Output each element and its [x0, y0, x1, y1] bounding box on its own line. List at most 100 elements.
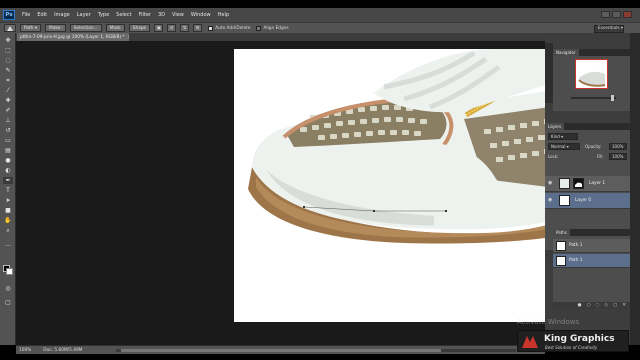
blend-mode-select[interactable]: Normal ▾ — [548, 143, 580, 150]
quick-select-tool-icon[interactable]: ✎ — [3, 67, 13, 74]
photoshop-logo-icon: Ps — [3, 10, 15, 20]
pen-tool-icon[interactable]: ✒ — [3, 177, 13, 184]
fill-path-icon[interactable]: ● — [578, 303, 582, 308]
path-operations-icon[interactable]: ▣ — [154, 24, 164, 32]
layer-row-layer-1[interactable]: ◉ Layer 1 — [545, 176, 630, 192]
tab-paths[interactable]: Paths — [553, 229, 570, 236]
blur-tool-icon[interactable]: ● — [3, 157, 13, 164]
fill-input[interactable]: 100% — [609, 153, 627, 160]
path-thumbnail — [556, 241, 566, 251]
more-tools-icon[interactable]: … — [3, 241, 13, 248]
path-name[interactable]: Path 1 — [569, 258, 583, 263]
king-graphics-logo: King Graphics Best Solution of Creativit… — [517, 330, 629, 352]
maximize-button[interactable] — [612, 11, 621, 18]
path-arrangement-icon[interactable]: ⇅ — [180, 24, 190, 32]
screen-mode-icon[interactable]: ▢ — [3, 299, 13, 306]
navigator-panel: Navigator — [553, 49, 630, 111]
background-color-swatch[interactable] — [6, 268, 13, 275]
menu-3d[interactable]: 3D — [158, 12, 165, 18]
hand-tool-icon[interactable]: ✋ — [3, 217, 13, 224]
right-panel-column: Navigator Layers Kind ▾ Normal ▾ Opacity… — [545, 33, 630, 345]
layer-name[interactable]: Layer 0 — [575, 198, 591, 203]
lasso-tool-icon[interactable]: ◌ — [3, 57, 13, 64]
path-row[interactable]: Path 1 — [553, 239, 630, 253]
align-edges-checkbox[interactable] — [256, 25, 262, 31]
path-mode-select[interactable]: Path ▾ — [20, 24, 41, 32]
delete-path-icon[interactable]: ✕ — [622, 303, 626, 308]
stroke-path-icon[interactable]: ○ — [587, 303, 591, 308]
visibility-eye-icon[interactable]: ◉ — [548, 181, 553, 186]
tools-panel: ✥ ⬚ ◌ ✎ ⌗ ⁄ ✚ ✐ ⊥ ↺ ▭ ▤ ● ◐ ✒ T ➤ ■ ✋ ⌕ … — [0, 33, 16, 345]
close-window-button[interactable] — [623, 11, 632, 18]
gradient-tool-icon[interactable]: ▤ — [3, 147, 13, 154]
menu-filter[interactable]: Filter — [139, 12, 151, 18]
brush-tool-icon[interactable]: ✐ — [3, 107, 13, 114]
navigator-zoom-knob[interactable] — [611, 95, 614, 101]
clone-stamp-tool-icon[interactable]: ⊥ — [3, 117, 13, 124]
canvas-area[interactable] — [16, 41, 545, 345]
layer-row-layer-0[interactable]: ◉ Layer 0 — [545, 193, 630, 209]
navigator-zoom-slider[interactable] — [571, 95, 616, 101]
top-black-strip — [0, 0, 640, 8]
crop-tool-icon[interactable]: ⌗ — [3, 77, 13, 84]
minimize-button[interactable] — [601, 11, 610, 18]
dodge-tool-icon[interactable]: ◐ — [3, 167, 13, 174]
marquee-tool-icon[interactable]: ⬚ — [3, 47, 13, 54]
zoom-level[interactable]: 100% — [19, 348, 31, 353]
make-shape-button[interactable]: Shape — [128, 24, 151, 32]
shoe-image — [248, 49, 545, 244]
status-bar: 100% Doc: 5.60M/5.49M — [16, 345, 545, 354]
make-selection-button[interactable]: Selection... — [69, 24, 102, 32]
path-selection-tool-icon[interactable]: ➤ — [3, 197, 13, 204]
navigator-thumbnail[interactable] — [575, 59, 608, 89]
layer-name[interactable]: Layer 1 — [589, 181, 605, 186]
history-brush-tool-icon[interactable]: ↺ — [3, 127, 13, 134]
path-name[interactable]: Path 1 — [569, 243, 583, 248]
pen-tool-preset-icon[interactable] — [4, 24, 16, 32]
horizontal-scrollbar[interactable] — [116, 349, 516, 352]
align-edges-label: Align Edges — [263, 25, 289, 31]
close-tab-icon[interactable]: × — [128, 35, 129, 40]
document-canvas[interactable] — [234, 49, 545, 322]
visibility-eye-icon[interactable]: ◉ — [548, 198, 553, 203]
layer-mask-thumbnail[interactable] — [573, 178, 584, 189]
new-path-icon[interactable]: ▢ — [613, 303, 617, 308]
menu-select[interactable]: Select — [116, 12, 131, 18]
menu-image[interactable]: Image — [54, 12, 70, 18]
gear-icon[interactable]: ⚙ — [193, 24, 203, 32]
quick-mask-icon[interactable]: ◎ — [3, 285, 13, 292]
document-size[interactable]: Doc: 5.60M/5.49M — [43, 348, 82, 353]
document-tab[interactable]: pttlin-7-09-pris-H.jpg @ 100% (Layer 1, … — [17, 33, 129, 41]
menu-file[interactable]: File — [22, 12, 30, 18]
auto-add-delete-checkbox[interactable] — [208, 25, 214, 31]
layer-kind-filter[interactable]: Kind ▾ — [548, 133, 578, 140]
menu-help[interactable]: Help — [218, 12, 229, 18]
path-alignment-icon[interactable]: ≡ — [167, 24, 177, 32]
layer-thumbnail — [559, 195, 570, 206]
healing-brush-tool-icon[interactable]: ✚ — [3, 97, 13, 104]
path-thumbnail — [556, 256, 566, 266]
menu-view[interactable]: View — [172, 12, 184, 18]
scrollbar-thumb[interactable] — [121, 349, 441, 352]
load-selection-icon[interactable]: ◌ — [596, 303, 600, 308]
path-row[interactable]: Path 1 — [553, 254, 630, 268]
tab-layers[interactable]: Layers — [545, 123, 565, 130]
menu-type[interactable]: Type — [98, 12, 109, 18]
eraser-tool-icon[interactable]: ▭ — [3, 137, 13, 144]
layers-tabbar: Layers — [545, 123, 630, 130]
make-work-path-icon[interactable]: ◇ — [604, 303, 607, 308]
tab-navigator[interactable]: Navigator — [553, 49, 579, 56]
paths-panel: Paths Path 1 Path 1 ● ○ ◌ ◇ ▢ ✕ — [553, 229, 630, 309]
menu-layer[interactable]: Layer — [77, 12, 91, 18]
fill-label: Fill: — [597, 154, 604, 159]
make-mask-button[interactable]: Mask — [105, 24, 125, 32]
eyedropper-tool-icon[interactable]: ⁄ — [3, 87, 13, 94]
workspace-select[interactable]: Essentials ▾ — [594, 24, 624, 33]
shape-tool-icon[interactable]: ■ — [3, 207, 13, 214]
zoom-tool-icon[interactable]: ⌕ — [3, 227, 13, 234]
menu-window[interactable]: Window — [191, 12, 211, 18]
menu-edit[interactable]: Edit — [37, 12, 47, 18]
opacity-input[interactable]: 100% — [609, 143, 627, 150]
type-tool-icon[interactable]: T — [3, 187, 13, 194]
move-tool-icon[interactable]: ✥ — [3, 37, 13, 44]
